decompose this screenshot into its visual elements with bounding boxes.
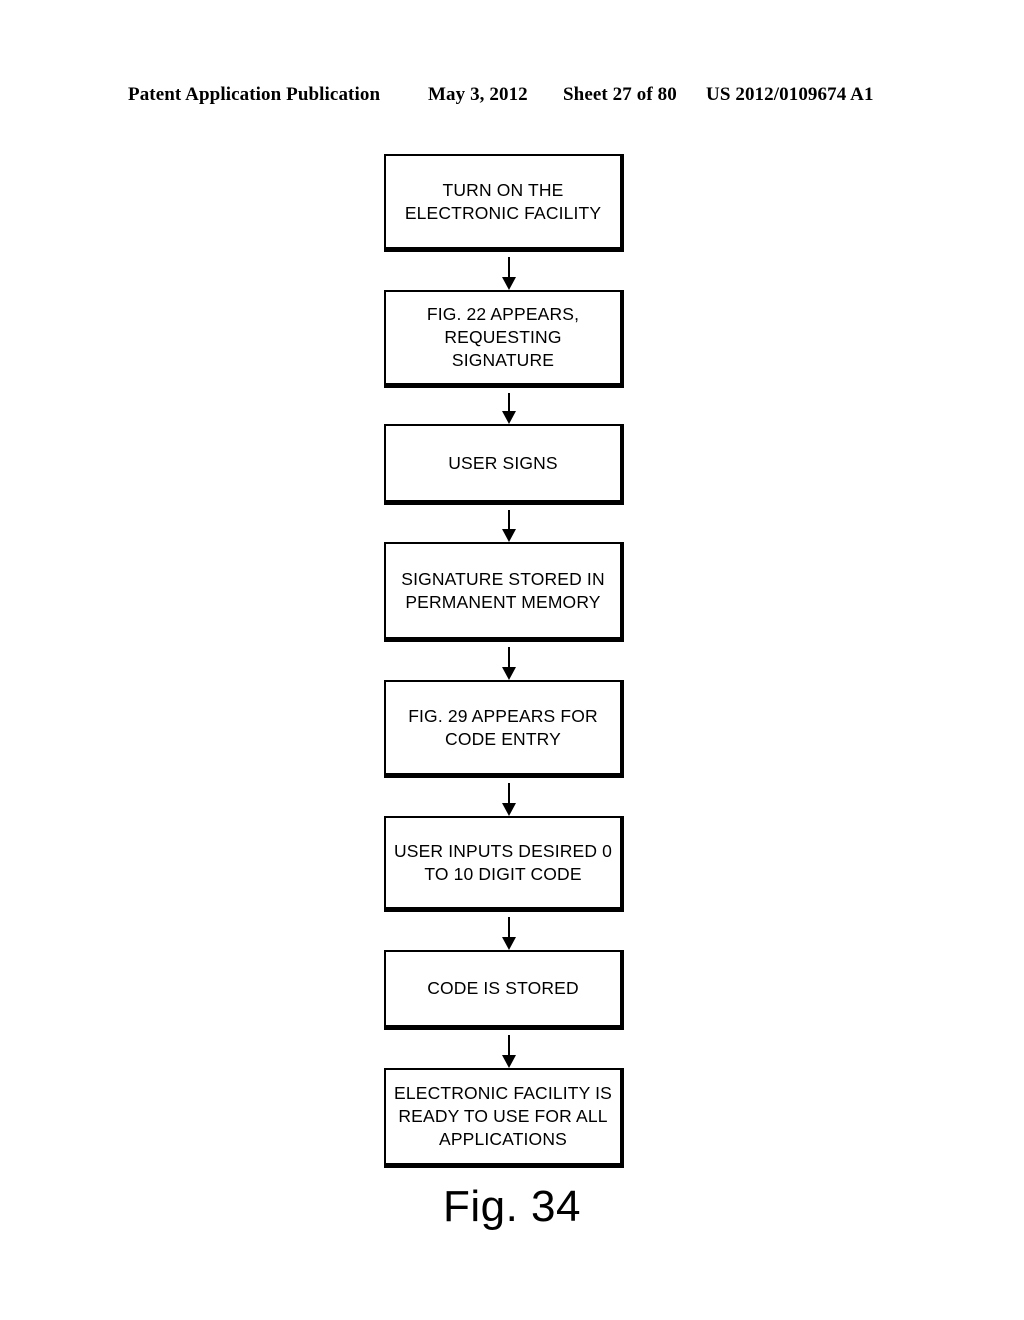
flow-connector-arrow-5 xyxy=(501,783,517,816)
arrow-down-icon xyxy=(502,667,516,680)
flow-connector-arrow-1 xyxy=(501,257,517,290)
flow-node-fig29-appears: FIG. 29 APPEARS FOR CODE ENTRY xyxy=(384,680,624,778)
arrow-stem xyxy=(508,257,510,278)
flow-node-code-stored: CODE IS STORED xyxy=(384,950,624,1030)
flow-node-label: FIG. 22 APPEARS, REQUESTING SIGNATURE xyxy=(426,304,580,370)
flow-node-label: CODE IS STORED xyxy=(427,978,579,998)
flow-node-signature-stored: SIGNATURE STORED IN PERMANENT MEMORY xyxy=(384,542,624,642)
flow-node-label: SIGNATURE STORED IN PERMANENT MEMORY xyxy=(401,568,605,612)
figure-caption: Fig. 34 xyxy=(442,1182,581,1231)
flow-node-label: FIG. 29 APPEARS FOR CODE ENTRY xyxy=(408,705,598,749)
flow-connector-arrow-2 xyxy=(501,393,517,424)
flow-node-user-inputs-code: USER INPUTS DESIRED 0 TO 10 DIGIT CODE xyxy=(384,816,624,912)
flow-node-label: USER INPUTS DESIRED 0 TO 10 DIGIT CODE xyxy=(393,840,613,884)
arrow-stem xyxy=(508,647,510,668)
arrow-down-icon xyxy=(502,1055,516,1068)
flow-connector-arrow-6 xyxy=(501,917,517,950)
flow-node-label: TURN ON THE ELECTRONIC FACILITY xyxy=(404,179,602,223)
flow-node-ready-to-use: ELECTRONIC FACILITY IS READY TO USE FOR … xyxy=(384,1068,624,1168)
arrow-down-icon xyxy=(502,803,516,816)
flow-node-label: ELECTRONIC FACILITY IS READY TO USE FOR … xyxy=(394,1083,612,1149)
arrow-down-icon xyxy=(502,937,516,950)
arrow-stem xyxy=(508,510,510,530)
arrow-down-icon xyxy=(502,277,516,290)
arrow-stem xyxy=(508,917,510,938)
arrow-stem xyxy=(508,783,510,804)
arrow-stem xyxy=(508,393,510,412)
arrow-down-icon xyxy=(502,411,516,424)
flow-node-fig22-appears: FIG. 22 APPEARS, REQUESTING SIGNATURE xyxy=(384,290,624,388)
flow-connector-arrow-4 xyxy=(501,647,517,680)
flowchart-diagram: TURN ON THE ELECTRONIC FACILITY FIG. 22 … xyxy=(0,0,1024,1320)
arrow-down-icon xyxy=(502,529,516,542)
arrow-stem xyxy=(508,1035,510,1056)
flow-connector-arrow-7 xyxy=(501,1035,517,1068)
flow-node-user-signs: USER SIGNS xyxy=(384,424,624,505)
flow-node-turn-on: TURN ON THE ELECTRONIC FACILITY xyxy=(384,154,624,252)
flow-connector-arrow-3 xyxy=(501,510,517,542)
flow-node-label: USER SIGNS xyxy=(448,452,558,473)
